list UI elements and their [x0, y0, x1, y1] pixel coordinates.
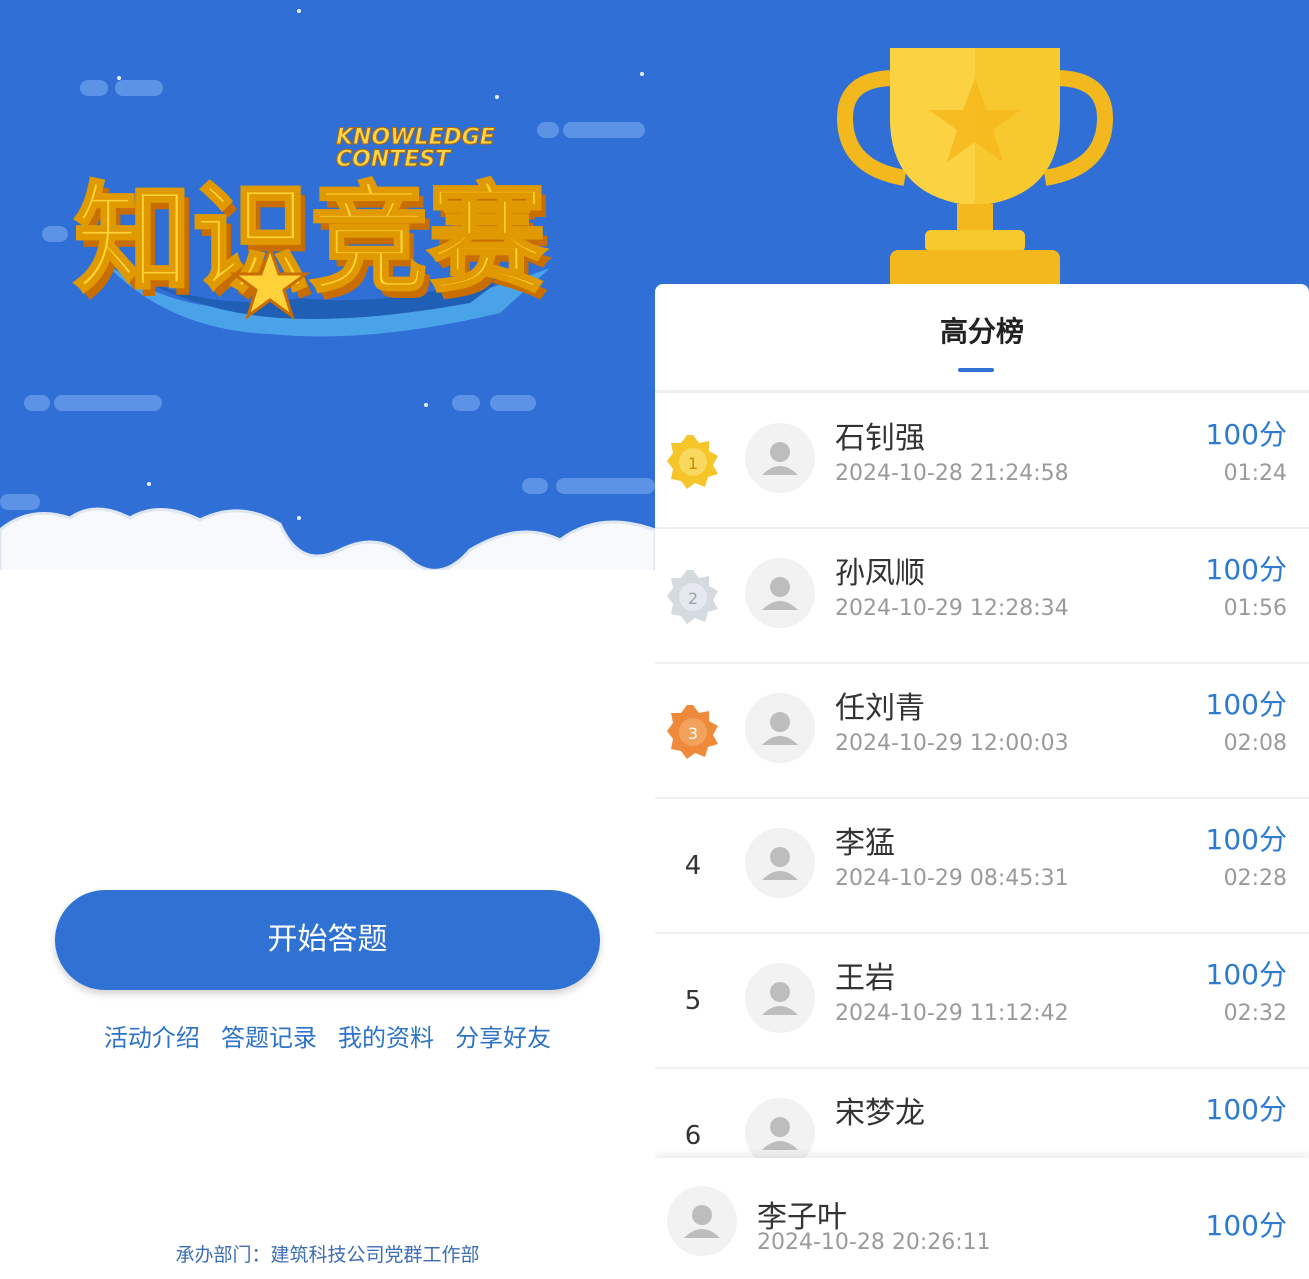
- knowledge-contest-logo: KNOWLEDGE CONTEST 知识竞赛 知识竞赛: [73, 125, 553, 337]
- elapsed-time: 02:32: [1223, 1001, 1287, 1026]
- user-icon: [762, 712, 798, 745]
- organizer-footer: 承办部门：建筑科技公司党群工作部: [175, 1244, 480, 1266]
- player-name: 王岩: [835, 961, 895, 996]
- player-score: 100分: [1205, 688, 1287, 721]
- elapsed-time: 01:56: [1223, 596, 1287, 621]
- home-screen: KNOWLEDGE CONTEST 知识竞赛 知识竞赛 开始答题 活动介绍 答题…: [0, 0, 655, 1279]
- sparkle: [495, 95, 499, 99]
- player-name: 宋梦龙: [835, 1096, 925, 1131]
- cloud-border: [0, 507, 655, 630]
- user-icon: [762, 442, 798, 475]
- user-icon: [762, 847, 798, 880]
- link-activity-intro[interactable]: 活动介绍: [104, 1024, 200, 1052]
- my-avatar: [667, 1186, 737, 1256]
- cloud-dash: [42, 226, 68, 242]
- my-score: 100分: [1205, 1209, 1287, 1242]
- avatar: [745, 693, 815, 763]
- home-links: 活动介绍 答题记录 我的资料 分享好友: [0, 1018, 655, 1053]
- svg-text:3: 3: [688, 724, 698, 743]
- avatar: [745, 558, 815, 628]
- user-icon: [762, 577, 798, 610]
- link-answer-records[interactable]: 答题记录: [221, 1024, 317, 1052]
- player-score: 100分: [1205, 418, 1287, 451]
- cloud-dash: [452, 395, 480, 411]
- sparkle: [640, 72, 644, 76]
- link-share-friends[interactable]: 分享好友: [455, 1024, 551, 1052]
- user-icon: [684, 1205, 720, 1238]
- avatar: [745, 423, 815, 493]
- answer-date: 2024-10-29 12:28:34: [835, 596, 1069, 621]
- elapsed-time: 02:08: [1223, 731, 1287, 756]
- avatar: [745, 963, 815, 1033]
- rank-number: 5: [684, 986, 702, 1016]
- player-name: 任刘青: [835, 691, 925, 726]
- leaderboard-row[interactable]: 4 李猛 2024-10-29 08:45:31 100分 02:28: [655, 798, 1309, 934]
- start-quiz-button[interactable]: 开始答题: [55, 890, 600, 990]
- player-name: 孙凤顺: [835, 556, 925, 591]
- leaderboard-row[interactable]: 3 任刘青 2024-10-29 12:00:03 100分 02:08: [655, 663, 1309, 799]
- cloud-dash: [54, 395, 162, 411]
- player-score: 100分: [1205, 553, 1287, 586]
- cloud-dash: [24, 395, 50, 411]
- answer-date: 2024-10-28 21:24:58: [835, 461, 1069, 486]
- cloud-dash: [80, 80, 108, 96]
- my-ranking-bar[interactable]: 李子叶 2024-10-28 20:26:11 100分: [655, 1158, 1309, 1279]
- link-my-profile[interactable]: 我的资料: [338, 1024, 434, 1052]
- sparkle: [147, 482, 151, 486]
- cloud-dash: [115, 80, 163, 96]
- player-score: 100分: [1205, 1093, 1287, 1126]
- bronze-medal-icon: 3: [667, 705, 718, 759]
- tab-high-scores[interactable]: 高分榜: [655, 310, 1309, 350]
- leaderboard-screen: 高分榜 1 石钊强 2024-10-28 21:24:58 100分 01:24…: [655, 0, 1309, 1279]
- answer-date: 2024-10-29 11:12:42: [835, 1001, 1069, 1026]
- user-icon: [762, 982, 798, 1015]
- svg-text:1: 1: [688, 454, 698, 473]
- svg-text:CONTEST: CONTEST: [336, 147, 452, 172]
- player-name: 石钊强: [835, 421, 925, 456]
- leaderboard-row[interactable]: 2 孙凤顺 2024-10-29 12:28:34 100分 01:56: [655, 528, 1309, 664]
- svg-text:知识竞赛: 知识竞赛: [74, 170, 547, 308]
- sparkle: [297, 9, 301, 13]
- rank-number: 4: [684, 851, 702, 881]
- silver-medal-icon: 2: [667, 570, 718, 624]
- elapsed-time: 01:24: [1223, 461, 1287, 486]
- avatar: [745, 828, 815, 898]
- tab-indicator: [958, 368, 994, 372]
- elapsed-time: 02:28: [1223, 866, 1287, 891]
- svg-text:2: 2: [688, 589, 698, 608]
- leaderboard-card: 高分榜 1 石钊强 2024-10-28 21:24:58 100分 01:24…: [655, 284, 1309, 1279]
- rank-number: 6: [684, 1121, 702, 1151]
- player-score: 100分: [1205, 958, 1287, 991]
- leaderboard-row[interactable]: 1 石钊强 2024-10-28 21:24:58 100分 01:24: [655, 393, 1309, 529]
- cloud-dash: [490, 395, 536, 411]
- trophy-icon: [836, 48, 1114, 290]
- gold-medal-icon: 1: [667, 435, 718, 489]
- my-answer-date: 2024-10-28 20:26:11: [757, 1230, 991, 1255]
- sparkle: [117, 76, 121, 80]
- sparkle: [424, 403, 428, 407]
- answer-date: 2024-10-29 12:00:03: [835, 731, 1069, 756]
- player-score: 100分: [1205, 823, 1287, 856]
- player-name: 李猛: [835, 826, 895, 861]
- leaderboard-row[interactable]: 5 王岩 2024-10-29 11:12:42 100分 02:32: [655, 933, 1309, 1069]
- answer-date: 2024-10-29 08:45:31: [835, 866, 1069, 891]
